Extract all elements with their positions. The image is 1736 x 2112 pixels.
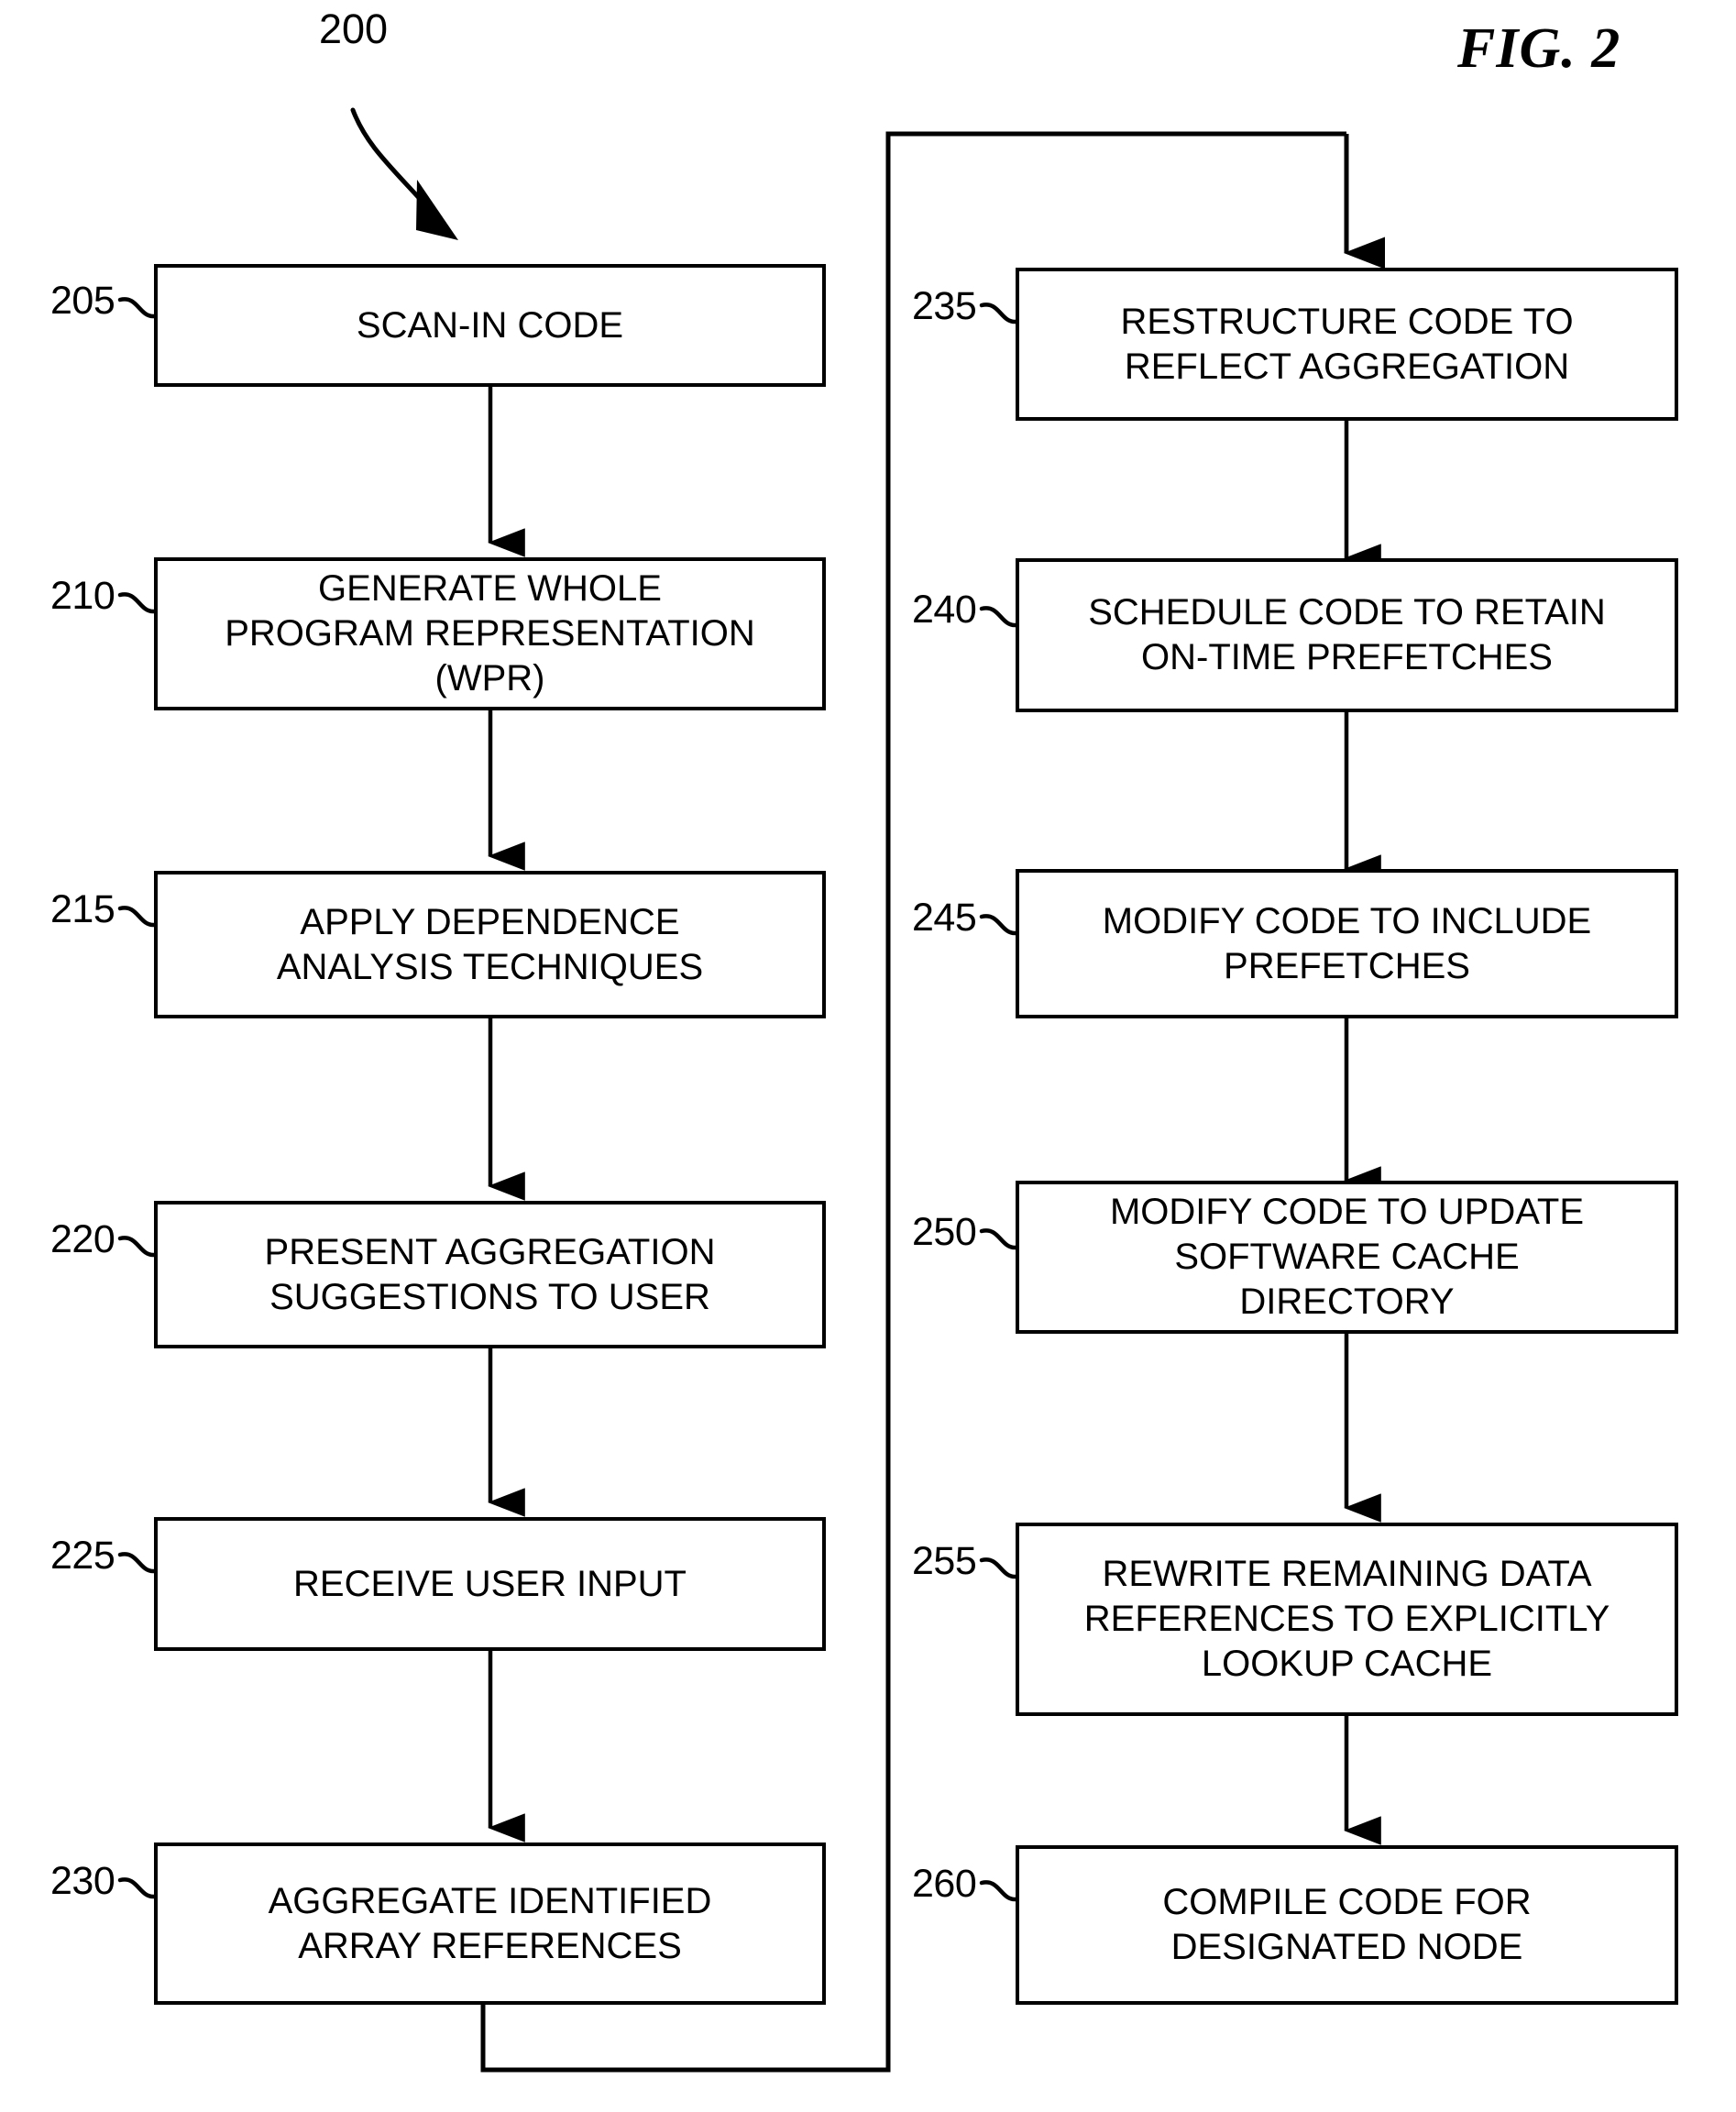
flow-node-215[interactable]: APPLY DEPENDENCE ANALYSIS TECHNIQUES <box>154 871 826 1018</box>
flow-node-230[interactable]: AGGREGATE IDENTIFIED ARRAY REFERENCES <box>154 1842 826 2005</box>
flow-node-260-label: COMPILE CODE FOR DESIGNATED NODE <box>1162 1882 1532 1967</box>
reference-numeral-255: 255 <box>912 1539 977 1583</box>
flow-node-220[interactable]: PRESENT AGGREGATION SUGGESTIONS TO USER <box>154 1201 826 1348</box>
reference-numeral-250: 250 <box>912 1210 977 1254</box>
flow-node-235-label: RESTRUCTURE CODE TO REFLECT AGGREGATION <box>1120 301 1574 387</box>
flow-node-260[interactable]: COMPILE CODE FOR DESIGNATED NODE <box>1016 1845 1678 2005</box>
flow-node-240-label: SCHEDULE CODE TO RETAIN ON-TIME PREFETCH… <box>1088 592 1606 677</box>
flow-node-240[interactable]: SCHEDULE CODE TO RETAIN ON-TIME PREFETCH… <box>1016 558 1678 712</box>
reference-numeral-225: 225 <box>50 1534 115 1578</box>
reference-numeral-235: 235 <box>912 284 977 328</box>
flow-node-250[interactable]: MODIFY CODE TO UPDATE SOFTWARE CACHE DIR… <box>1016 1181 1678 1334</box>
flow-node-255-label: REWRITE REMAINING DATA REFERENCES TO EXP… <box>1083 1554 1610 1684</box>
reference-numeral-230: 230 <box>50 1859 115 1903</box>
patent-figure-canvas: FIG. 2 200 205 SCAN-IN CODE 210 GENERATE… <box>0 0 1736 2112</box>
flow-node-230-label: AGGREGATE IDENTIFIED ARRAY REFERENCES <box>268 1880 712 1966</box>
figure-title: FIG. 2 <box>1457 17 1621 80</box>
flow-node-220-label: PRESENT AGGREGATION SUGGESTIONS TO USER <box>264 1231 716 1317</box>
flow-node-210-label: GENERATE WHOLE PROGRAM REPRESENTATION (W… <box>225 568 755 698</box>
flow-node-225-label: RECEIVE USER INPUT <box>293 1563 687 1604</box>
flow-node-210[interactable]: GENERATE WHOLE PROGRAM REPRESENTATION (W… <box>154 557 826 710</box>
flow-node-235[interactable]: RESTRUCTURE CODE TO REFLECT AGGREGATION <box>1016 268 1678 421</box>
flow-node-225[interactable]: RECEIVE USER INPUT <box>154 1517 826 1651</box>
flow-node-215-label: APPLY DEPENDENCE ANALYSIS TECHNIQUES <box>276 901 704 987</box>
reference-numeral-260: 260 <box>912 1862 977 1906</box>
flow-node-250-label: MODIFY CODE TO UPDATE SOFTWARE CACHE DIR… <box>1109 1192 1585 1322</box>
reference-numeral-210: 210 <box>50 574 115 618</box>
reference-numeral-205: 205 <box>50 279 115 323</box>
flow-node-245-label: MODIFY CODE TO INCLUDE PREFETCHES <box>1102 900 1592 986</box>
flow-node-205[interactable]: SCAN-IN CODE <box>154 264 826 387</box>
reference-numeral-245: 245 <box>912 896 977 940</box>
figure-number-leader-arrow <box>350 107 458 240</box>
flow-node-255[interactable]: REWRITE REMAINING DATA REFERENCES TO EXP… <box>1016 1523 1678 1716</box>
flow-node-245[interactable]: MODIFY CODE TO INCLUDE PREFETCHES <box>1016 869 1678 1018</box>
reference-leader-lines <box>117 297 1018 1902</box>
reference-numeral-220: 220 <box>50 1217 115 1261</box>
flow-node-205-label: SCAN-IN CODE <box>356 304 624 346</box>
loop-connector-230-to-235 <box>480 131 1385 2073</box>
figure-number-200: 200 <box>319 6 389 52</box>
reference-numeral-240: 240 <box>912 588 977 632</box>
reference-numeral-215: 215 <box>50 887 115 931</box>
